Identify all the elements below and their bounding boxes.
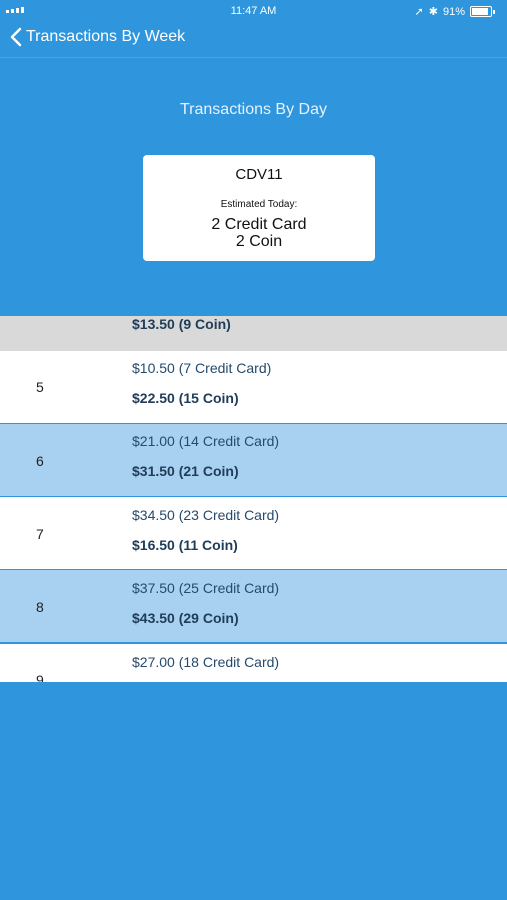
machine-name: CDV11 (235, 166, 283, 183)
page-subtitle: Transactions By Day (179, 101, 327, 118)
back-button[interactable]: Transactions By Week (10, 27, 185, 47)
navigation-bar: Transactions By Week (0, 22, 507, 58)
credit-amount: $27.00 (18 Credit Card) (132, 654, 280, 670)
list-item[interactable]: 6 $21.00 (14 Credit Card) $31.50 (21 Coi… (0, 424, 507, 496)
day-number: 5 (36, 379, 44, 395)
day-number: 7 (36, 526, 44, 542)
bluetooth-icon: ✱ (428, 6, 438, 18)
estimated-label: Estimated Today: (220, 199, 298, 210)
estimated-credit: 2 Credit Card (211, 216, 307, 233)
coin-amount: $31.50 (21 Coin) (132, 463, 239, 479)
list-item[interactable]: 5 $10.50 (7 Credit Card) $22.50 (15 Coin… (0, 351, 507, 423)
coin-amount: $43.50 (29 Coin) (132, 610, 239, 626)
coin-amount: $22.50 (15 Coin) (132, 390, 239, 406)
estimate-card: CDV11 Estimated Today: 2 Credit Card 2 C… (143, 155, 375, 261)
transactions-list[interactable]: 4 $13.50 (9 Coin) 5 $10.50 (7 Credit Car… (0, 316, 507, 682)
day-number: 9 (36, 672, 44, 682)
credit-amount: $10.50 (7 Credit Card) (132, 360, 272, 376)
coin-amount: $16.50 (11 Coin) (132, 537, 238, 553)
back-button-label: Transactions By Week (26, 28, 186, 45)
battery-icon (470, 6, 492, 17)
credit-amount: $21.00 (14 Credit Card) (132, 433, 280, 449)
list-item[interactable]: 8 $37.50 (25 Credit Card) $43.50 (29 Coi… (0, 570, 507, 642)
chevron-left-icon (10, 27, 22, 47)
location-icon: ➚ (414, 6, 424, 18)
status-bar: 11:47 AM ➚ ✱ 91% (0, 0, 507, 22)
estimated-coin: 2 Coin (235, 233, 283, 250)
list-item[interactable]: 7 $34.50 (23 Credit Card) $16.50 (11 Coi… (0, 497, 507, 569)
battery-percent: 91% (442, 5, 465, 18)
credit-amount: $37.50 (25 Credit Card) (132, 580, 280, 596)
day-number: 8 (36, 599, 44, 615)
list-item[interactable]: 9 $27.00 (18 Credit Card) (0, 644, 507, 682)
day-number: 6 (36, 453, 44, 469)
coin-amount: $13.50 (9 Coin) (132, 316, 231, 332)
credit-amount: $34.50 (23 Credit Card) (132, 507, 280, 523)
list-item[interactable]: 4 $13.50 (9 Coin) (0, 316, 507, 351)
